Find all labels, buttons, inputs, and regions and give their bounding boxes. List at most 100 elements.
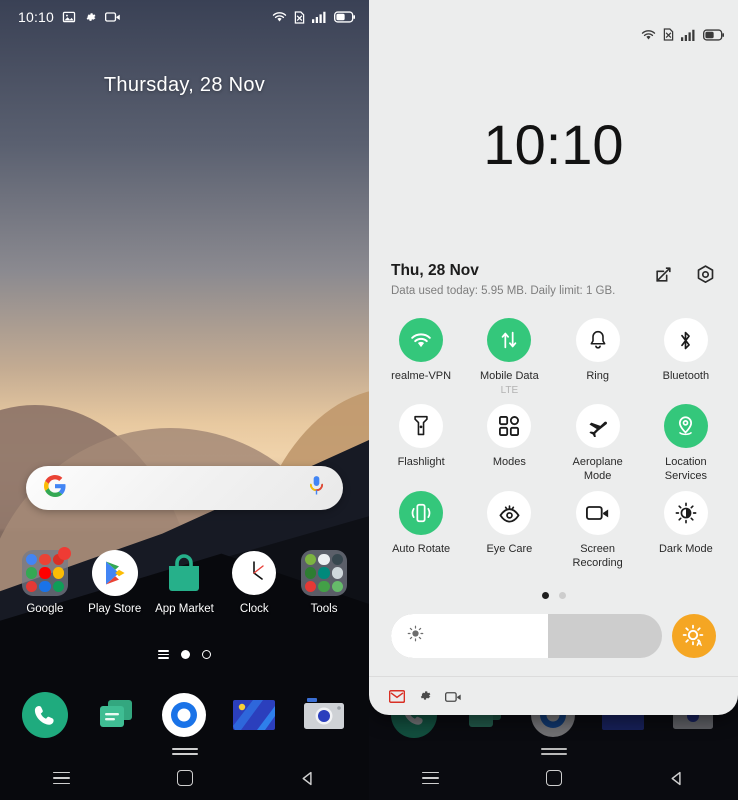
battery-icon <box>703 28 724 41</box>
tile-label: Aeroplane Mode <box>572 456 623 482</box>
page-dot-active[interactable] <box>181 650 190 659</box>
qs-date: Thu, 28 Nov <box>391 262 479 279</box>
dock-icon-phone[interactable] <box>14 692 76 738</box>
qs-footer-icons <box>388 689 462 708</box>
tile-aeroplane-mode[interactable]: Aeroplane Mode <box>554 404 642 483</box>
dock-icon-photos[interactable] <box>223 692 285 738</box>
brightness-row <box>391 614 716 658</box>
app-icon-google[interactable]: Google <box>14 547 76 615</box>
photos-icon <box>231 692 277 738</box>
camera-icon <box>301 692 347 738</box>
qs-header-actions <box>654 262 716 290</box>
screen-recorder-icon[interactable] <box>445 690 462 708</box>
signal-bars-icon <box>312 11 327 23</box>
dual-screenshot-container: 10:10 Thursday, 28 Nov Google Play Store… <box>0 0 738 800</box>
tile-label: Modes <box>492 456 526 469</box>
app-label: Tools <box>310 603 338 615</box>
recents-icon[interactable] <box>409 763 453 793</box>
brightness-slider-fill <box>391 614 549 658</box>
play-store-icon <box>91 550 138 596</box>
app-label: Play Store <box>88 603 142 615</box>
signal-bars-icon <box>681 29 696 41</box>
app-label: Google <box>26 603 64 615</box>
qs-divider <box>369 676 738 677</box>
eye-icon <box>487 491 532 536</box>
tile-label: Ring <box>586 370 609 382</box>
tile-bluetooth[interactable]: Bluetooth <box>642 318 730 396</box>
page-dot-inactive[interactable] <box>202 650 211 659</box>
tile-dark-mode[interactable]: Dark Mode <box>642 491 730 570</box>
status-bar-right-group <box>272 10 355 24</box>
google-logo-icon <box>44 474 66 502</box>
qs-page-dot-inactive[interactable] <box>558 592 566 599</box>
qs-header-text: Thu, 28 Nov Data used today: 5.95 MB. Da… <box>391 262 615 297</box>
dock-drag-handle[interactable] <box>369 748 738 755</box>
back-icon[interactable] <box>286 763 330 793</box>
app-label: App Market <box>155 603 214 615</box>
google-folder-icon <box>21 547 71 596</box>
google-search-bar[interactable] <box>26 466 343 510</box>
qs-data-usage: Data used today: 5.95 MB. Daily limit: 1… <box>391 285 616 297</box>
app-icon-tools[interactable]: Tools <box>293 550 355 615</box>
tile-eye-care[interactable]: Eye Care <box>465 491 553 570</box>
dock-icon-messages[interactable] <box>84 692 146 738</box>
dock-drag-handle[interactable] <box>0 748 369 755</box>
gear-hex-icon[interactable] <box>695 264 716 290</box>
grid-squares-icon <box>487 404 532 449</box>
airplane-icon <box>575 404 620 449</box>
tile-screen-recording[interactable]: Screen Recording <box>554 491 642 570</box>
bell-icon <box>575 318 620 362</box>
pages-list-icon[interactable] <box>158 650 169 659</box>
home-dock <box>0 692 369 738</box>
app-icon-clock[interactable]: Clock <box>223 550 285 615</box>
brightness-icon <box>407 625 424 647</box>
location-pin-icon <box>663 404 708 449</box>
home-date-widget: Thursday, 28 Nov <box>103 74 266 96</box>
tile-flashlight[interactable]: Flashlight <box>377 404 465 483</box>
tile-auto-rotate[interactable]: Auto Rotate <box>377 491 465 570</box>
tile-sublabel: LTE <box>500 385 519 397</box>
home-icon[interactable] <box>163 763 207 793</box>
tile-label: Dark Mode <box>658 543 713 556</box>
microphone-icon[interactable] <box>308 475 325 502</box>
tile-modes[interactable]: Modes <box>465 404 553 483</box>
brightness-half-icon <box>663 491 708 536</box>
messages-icon <box>92 692 138 738</box>
tile-label: Bluetooth <box>662 370 710 382</box>
app-icon-app-market[interactable]: App Market <box>153 550 215 615</box>
tile-label: Location Services <box>664 456 707 482</box>
status-bar-left-group: 10:10 <box>18 9 121 25</box>
wifi-icon <box>272 11 287 23</box>
wifi-icon <box>399 318 444 362</box>
notification-badge <box>57 547 71 560</box>
home-nav-bar <box>0 756 369 800</box>
gmail-icon[interactable] <box>388 689 406 708</box>
app-icon-play-store[interactable]: Play Store <box>84 550 146 615</box>
screen-recorder-icon <box>575 491 620 536</box>
edit-pencil-icon[interactable] <box>654 265 673 289</box>
tile-mobile-data[interactable]: Mobile Data LTE <box>465 318 553 396</box>
home-screen-panel: 10:10 Thursday, 28 Nov Google Play Store… <box>0 0 369 800</box>
dock-icon-browser[interactable] <box>153 692 215 738</box>
clock-icon <box>231 550 277 596</box>
brightness-slider[interactable] <box>391 614 662 658</box>
sim-alert-icon <box>663 28 674 41</box>
dock-icon-camera[interactable] <box>293 692 355 738</box>
browser-icon <box>161 692 207 738</box>
app-market-icon <box>161 550 207 596</box>
gear-icon[interactable] <box>418 689 432 708</box>
tile-location-services[interactable]: Location Services <box>642 404 730 483</box>
tools-folder-icon <box>301 550 348 596</box>
tile-realme-vpn[interactable]: realme-VPN <box>377 318 465 396</box>
screen-recorder-icon <box>105 11 121 23</box>
qs-clock: 10:10 <box>483 113 624 176</box>
home-page-indicator <box>0 650 369 659</box>
home-icon[interactable] <box>532 763 576 793</box>
phone-icon <box>21 692 68 738</box>
tile-label: realme-VPN <box>391 370 452 382</box>
auto-brightness-icon[interactable] <box>672 614 716 658</box>
tile-ring[interactable]: Ring <box>554 318 642 396</box>
recents-icon[interactable] <box>40 763 84 793</box>
qs-page-dot-active[interactable] <box>541 592 549 599</box>
back-icon[interactable] <box>655 763 699 793</box>
